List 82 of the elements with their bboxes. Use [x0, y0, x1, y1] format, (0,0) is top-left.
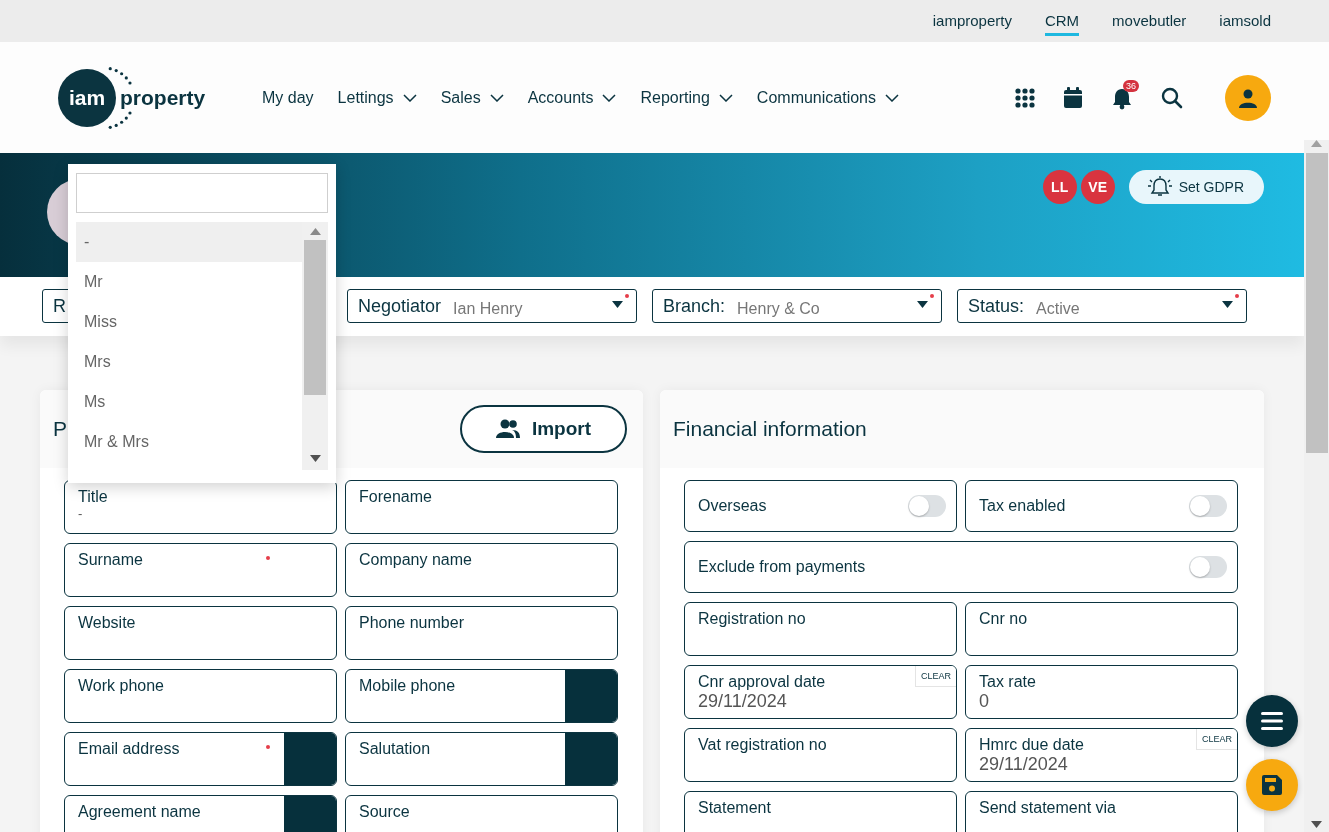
input-field[interactable]: Send statement via — [965, 791, 1238, 832]
site-link[interactable]: iamproperty — [932, 8, 1012, 36]
scrollbar-thumb[interactable] — [304, 240, 326, 395]
field-action-button[interactable] — [565, 670, 617, 722]
input-field[interactable]: Company name — [345, 543, 618, 597]
input-field[interactable]: Title - — [64, 480, 337, 534]
search-field[interactable] — [76, 173, 328, 213]
user-avatar-button[interactable] — [1225, 74, 1271, 121]
input-field[interactable]: Work phone — [64, 669, 337, 723]
scroll-down-arrow-icon[interactable] — [309, 455, 321, 462]
field-action-button[interactable] — [284, 733, 336, 785]
field-value[interactable]: 29/11/2024 — [698, 691, 787, 712]
toggle-label: Overseas — [698, 497, 767, 515]
scroll-down-arrow-icon[interactable] — [1311, 821, 1322, 828]
save-icon — [1262, 775, 1282, 795]
nav-menu-item[interactable]: Sales — [440, 88, 504, 107]
dropdown-option[interactable]: Mr & Mrs — [76, 422, 302, 462]
dropdown-option[interactable]: - — [76, 222, 302, 262]
field-label: Hmrc due date — [979, 736, 1084, 754]
input-field[interactable]: Cnr no — [965, 602, 1238, 656]
nav-menu-item[interactable]: Communications — [756, 88, 899, 107]
input-field[interactable]: Website — [64, 606, 337, 660]
input-field[interactable]: Surname — [64, 543, 337, 597]
bell-icon — [1146, 176, 1173, 198]
site-link[interactable]: iamsold — [1219, 8, 1271, 36]
calendar-icon[interactable] — [1063, 86, 1083, 109]
scroll-up-arrow-icon[interactable] — [1311, 140, 1322, 147]
notification-count: 36 — [1123, 79, 1139, 92]
input-field[interactable]: Registration no — [684, 602, 957, 656]
save-button[interactable] — [1246, 759, 1298, 811]
clear-button[interactable]: CLEAR — [915, 666, 956, 687]
input-field[interactable]: Salutation — [345, 732, 618, 786]
caret-down-icon — [917, 301, 928, 308]
field-action-button[interactable] — [565, 733, 617, 785]
menu-button[interactable] — [1246, 695, 1298, 747]
user-initials-badge: VE — [1080, 170, 1115, 204]
clear-button[interactable]: CLEAR — [1196, 729, 1237, 750]
input-field[interactable]: Phone number — [345, 606, 618, 660]
input-field[interactable]: Email address — [64, 732, 337, 786]
input-field[interactable]: Tax rate 0 — [965, 665, 1238, 719]
toggle-label: Exclude from payments — [698, 558, 866, 576]
set-gdpr-button[interactable]: Set GDPR — [1128, 170, 1264, 204]
input-field[interactable]: Forename — [345, 480, 618, 534]
logo-badge: iam — [58, 68, 116, 127]
field-value[interactable]: 29/11/2024 — [979, 754, 1068, 775]
toggle-label: Tax enabled — [979, 497, 1066, 515]
select-field[interactable]: Negotiator Ian Henry — [347, 289, 637, 323]
people-icon — [495, 419, 520, 439]
caret-down-icon — [1222, 301, 1233, 308]
logo-text: property — [120, 85, 206, 110]
dropdown-option[interactable]: Mr — [76, 262, 302, 302]
input-field[interactable]: Agreement name — [64, 795, 337, 832]
select-field[interactable]: Branch: Henry & Co — [652, 289, 942, 323]
dropdown-option[interactable]: Ms — [76, 382, 302, 422]
card-title: P — [53, 417, 67, 441]
scrollbar-thumb[interactable] — [1305, 153, 1328, 453]
card-title: Financial information — [673, 417, 867, 441]
input-field[interactable]: Source — [345, 795, 618, 832]
site-link[interactable]: CRM — [1044, 8, 1080, 36]
toggle-switch[interactable] — [1189, 556, 1227, 578]
select-field[interactable]: Status: Active — [957, 289, 1247, 323]
input-field[interactable]: Statement — [684, 791, 957, 832]
nav-menu-item[interactable]: Lettings — [337, 88, 417, 107]
user-initials-badge: LL — [1042, 170, 1077, 204]
dropdown-option[interactable]: Mrs — [76, 342, 302, 382]
toggle-switch[interactable] — [1189, 495, 1227, 517]
input-field[interactable]: Mobile phone — [345, 669, 618, 723]
search-icon[interactable] — [1161, 86, 1183, 109]
import-button[interactable]: Import — [460, 405, 627, 453]
toggle-switch[interactable] — [908, 495, 946, 517]
nav-menu-item[interactable]: Reporting — [640, 88, 733, 107]
scroll-up-arrow-icon[interactable] — [309, 228, 321, 235]
input-field[interactable]: Vat registration no — [684, 728, 957, 782]
nav-menu-item[interactable]: My day — [262, 88, 314, 107]
caret-down-icon — [612, 301, 623, 308]
site-link[interactable]: movebutler — [1112, 8, 1187, 36]
nav-menu-item[interactable]: Accounts — [527, 88, 617, 107]
field-label: Cnr approval date — [698, 673, 826, 691]
apps-grid-icon[interactable] — [1015, 87, 1035, 108]
dropdown-option[interactable]: Miss — [76, 302, 302, 342]
user-icon — [1238, 87, 1258, 108]
menu-icon — [1261, 712, 1283, 730]
